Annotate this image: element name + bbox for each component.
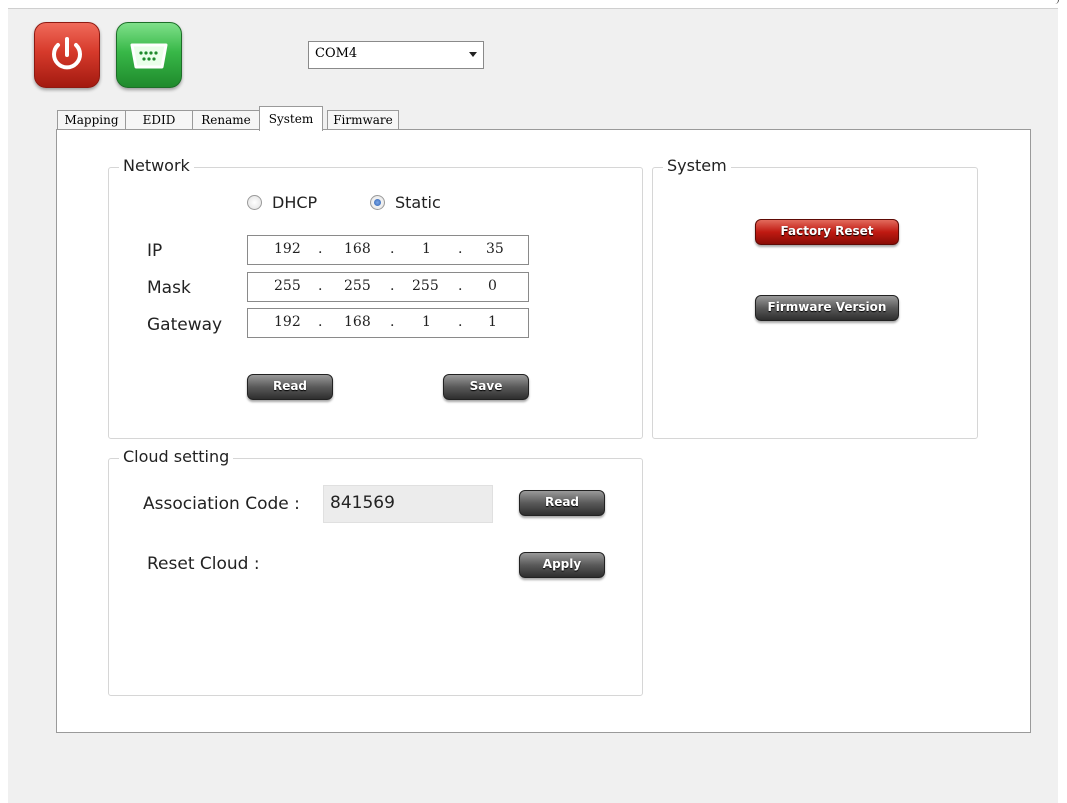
- mask-octet-1: 255: [274, 278, 301, 294]
- gateway-octet-3: 1: [422, 314, 431, 330]
- power-icon: [52, 37, 82, 70]
- mask-octet-3: 255: [412, 278, 439, 294]
- ip-octet-4: 35: [486, 241, 504, 257]
- system-group: System Factory Reset Firmware Version: [652, 156, 978, 439]
- static-radio[interactable]: Static: [370, 193, 441, 212]
- association-code-field: 841569: [323, 485, 493, 523]
- cloud-setting-title: Cloud setting: [119, 447, 234, 466]
- cloud-setting-group: Cloud setting Association Code : 841569 …: [108, 447, 643, 696]
- dhcp-radio-indicator: [247, 195, 262, 210]
- tab-edid[interactable]: EDID: [125, 110, 193, 130]
- window-corner: [1054, 0, 1059, 4]
- association-code-value: 841569: [330, 493, 395, 513]
- com-port-value: COM4: [315, 46, 358, 61]
- gateway-dot: .: [318, 314, 323, 330]
- network-read-button[interactable]: Read: [247, 374, 333, 400]
- tab-firmware[interactable]: Firmware: [327, 110, 399, 130]
- ip-dot: .: [318, 241, 323, 257]
- mask-dot: .: [458, 278, 463, 294]
- network-group: Network DHCP Static IP 192 . 168 . 1 . 3…: [108, 156, 643, 439]
- dhcp-radio[interactable]: DHCP: [247, 193, 317, 212]
- gateway-input[interactable]: 192 . 168 . 1 . 1: [247, 308, 529, 338]
- ip-label: IP: [147, 241, 163, 261]
- serial-port-icon: [130, 43, 168, 69]
- system-tab-panel: Network DHCP Static IP 192 . 168 . 1 . 3…: [56, 129, 1031, 733]
- ip-dot: .: [390, 241, 395, 257]
- gateway-octet-2: 168: [344, 314, 371, 330]
- static-radio-label: Static: [395, 193, 441, 212]
- power-button[interactable]: [34, 22, 100, 88]
- gateway-dot: .: [390, 314, 395, 330]
- mask-label: Mask: [147, 278, 191, 298]
- dhcp-radio-label: DHCP: [272, 193, 318, 212]
- title-bar-edge: [0, 0, 1067, 8]
- network-save-button[interactable]: Save: [443, 374, 529, 400]
- gateway-octet-1: 192: [274, 314, 301, 330]
- cloud-apply-button[interactable]: Apply: [519, 552, 605, 578]
- tab-system[interactable]: System: [259, 106, 323, 131]
- mask-input[interactable]: 255 . 255 . 255 . 0: [247, 272, 529, 302]
- network-group-title: Network: [119, 156, 194, 175]
- mask-octet-2: 255: [344, 278, 371, 294]
- system-group-title: System: [663, 156, 731, 175]
- mask-dot: .: [318, 278, 323, 294]
- cloud-read-button[interactable]: Read: [519, 490, 605, 516]
- gateway-dot: .: [458, 314, 463, 330]
- serial-port-button[interactable]: [116, 22, 182, 88]
- firmware-version-button[interactable]: Firmware Version: [755, 295, 899, 321]
- gateway-label: Gateway: [147, 315, 223, 335]
- tab-rename[interactable]: Rename: [192, 110, 260, 130]
- mask-dot: .: [390, 278, 395, 294]
- ip-octet-1: 192: [274, 241, 301, 257]
- ip-octet-3: 1: [422, 241, 431, 257]
- chevron-down-icon: [469, 52, 477, 57]
- static-radio-indicator: [370, 195, 385, 210]
- ip-dot: .: [458, 241, 463, 257]
- reset-cloud-label: Reset Cloud :: [147, 554, 260, 574]
- ip-address-input[interactable]: 192 . 168 . 1 . 35: [247, 235, 529, 265]
- mask-octet-4: 0: [488, 278, 497, 294]
- com-port-select[interactable]: COM4: [308, 41, 484, 69]
- ip-octet-2: 168: [344, 241, 371, 257]
- tab-mapping[interactable]: Mapping: [57, 110, 126, 130]
- gateway-octet-4: 1: [488, 314, 497, 330]
- factory-reset-button[interactable]: Factory Reset: [755, 219, 899, 245]
- association-code-label: Association Code :: [143, 494, 300, 514]
